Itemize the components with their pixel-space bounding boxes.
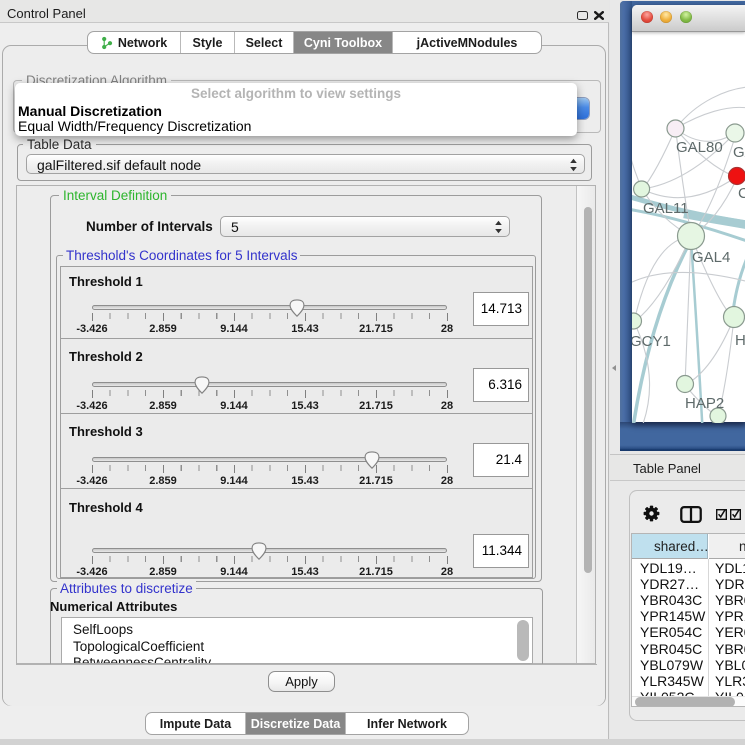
svg-text:HAP2: HAP2	[685, 395, 724, 412]
svg-text:H: H	[735, 332, 745, 349]
svg-text:GAL80: GAL80	[676, 139, 723, 156]
svg-text:GA: GA	[733, 144, 745, 161]
svg-text:C: C	[738, 185, 745, 202]
svg-text:GCY1: GCY1	[632, 333, 671, 350]
svg-text:GAL11: GAL11	[643, 200, 689, 217]
svg-text:GAL4: GAL4	[692, 249, 730, 266]
